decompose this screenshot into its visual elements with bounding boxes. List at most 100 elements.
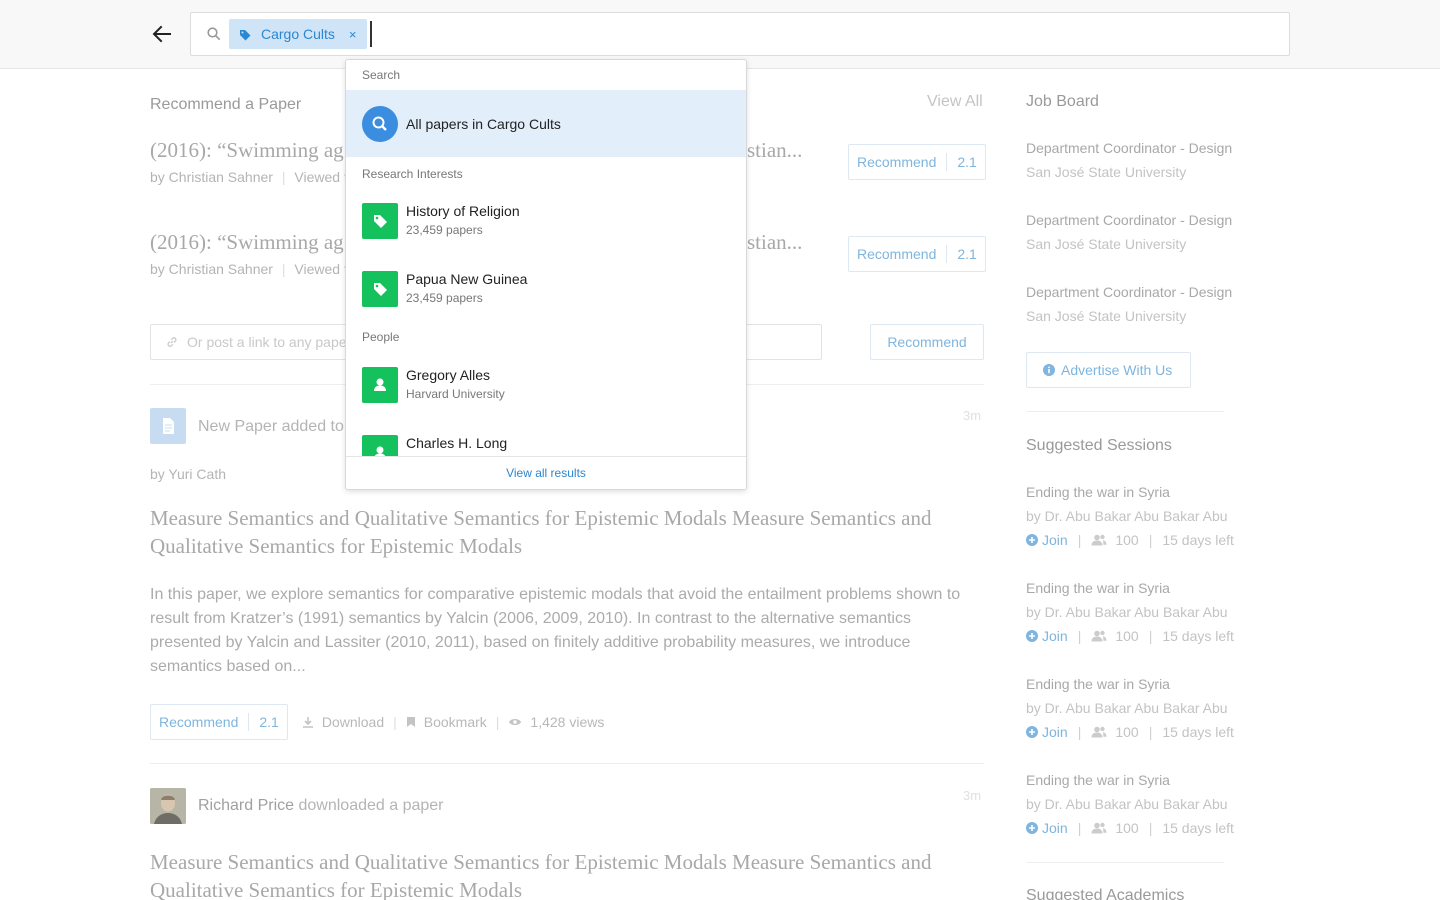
dropdown-section-interests: Research Interests <box>362 167 463 181</box>
plus-circle-icon <box>1026 534 1038 546</box>
interest-count: 23,459 papers <box>406 291 483 305</box>
suggested-academics-title: Suggested Academics <box>1026 887 1185 900</box>
job-board-title: Job Board <box>1026 93 1099 110</box>
recommend-label: Recommend <box>857 246 937 262</box>
session-host: by Dr. Abu Bakar Abu Bakar Abu <box>1026 796 1228 812</box>
job-org: San José State University <box>1026 308 1187 324</box>
recommend-label: Recommend <box>159 714 239 730</box>
feed-action-text: downloaded a paper <box>298 797 444 814</box>
feed-timestamp: 3m <box>963 788 982 803</box>
session-title[interactable]: Ending the war in Syria <box>1026 580 1170 596</box>
tag-icon <box>362 271 398 307</box>
chip-label: Cargo Cults <box>261 26 335 42</box>
all-papers-prefix: All papers in <box>406 116 487 132</box>
feed-activity: Richard Price downloaded a paper <box>198 797 444 815</box>
person-name[interactable]: Charles H. Long <box>406 435 507 451</box>
link-icon <box>166 335 178 347</box>
advertise-label: Advertise With Us <box>1061 362 1173 378</box>
session-attendees: 100 <box>1115 628 1139 644</box>
tag-icon <box>362 203 398 239</box>
post-recommend-button[interactable]: Recommend <box>870 324 984 360</box>
session-title[interactable]: Ending the war in Syria <box>1026 676 1170 692</box>
feed-author[interactable]: by Yuri Cath <box>150 466 226 482</box>
recommend-button[interactable]: Recommend 2.1 <box>848 236 986 272</box>
view-all-link[interactable]: View All <box>927 93 983 111</box>
all-papers-label[interactable]: All papers in Cargo Cults <box>406 116 561 132</box>
divider <box>1026 862 1224 863</box>
feed-user-name[interactable]: Richard Price <box>198 797 294 814</box>
divider <box>150 763 984 764</box>
job-org: San José State University <box>1026 236 1187 252</box>
dropdown-section-search: Search <box>362 68 401 82</box>
feed-paper-title[interactable]: Measure Semantics and Qualitative Semant… <box>150 848 980 900</box>
recommended-paper-title[interactable]: (2016): “Swimming ag <box>150 230 344 255</box>
recommend-button[interactable]: Recommend 2.1 <box>150 704 288 740</box>
users-icon <box>1091 630 1107 642</box>
job-title[interactable]: Department Coordinator - Design <box>1026 212 1232 228</box>
join-button[interactable]: Join <box>1026 532 1068 548</box>
session-time-left: 15 days left <box>1162 628 1234 644</box>
author-name[interactable]: by Christian Sahner <box>150 169 273 185</box>
bookmark-label: Bookmark <box>423 714 487 730</box>
feed-timestamp: 3m <box>963 408 982 423</box>
recommend-count: 2.1 <box>957 154 977 170</box>
search-tag-chip[interactable]: Cargo Cults × <box>229 19 367 49</box>
feed-paper-title[interactable]: Measure Semantics and Qualitative Semant… <box>150 504 950 560</box>
join-button[interactable]: Join <box>1026 820 1068 836</box>
session-attendees: 100 <box>1115 724 1139 740</box>
person-affiliation: Harvard University <box>406 387 505 401</box>
divider <box>1026 411 1224 412</box>
views-count: 1,428 views <box>508 714 604 730</box>
download-link[interactable]: Download <box>302 714 384 730</box>
author-name[interactable]: by Christian Sahner <box>150 261 273 277</box>
join-button[interactable]: Join <box>1026 724 1068 740</box>
interest-name[interactable]: Papua New Guinea <box>406 271 527 287</box>
view-all-results-link[interactable]: View all results <box>346 456 746 489</box>
eye-icon <box>509 719 522 725</box>
bookmark-icon <box>406 717 415 727</box>
users-icon <box>1091 726 1107 738</box>
session-meta: Join | 100 | 15 days left <box>1026 532 1234 548</box>
views-label: 1,428 views <box>530 714 605 730</box>
session-host: by Dr. Abu Bakar Abu Bakar Abu <box>1026 508 1228 524</box>
post-recommend-label: Recommend <box>887 334 967 350</box>
feed-paper-abstract: In this paper, we explore semantics for … <box>150 586 961 675</box>
all-papers-topic: Cargo Cults <box>486 116 561 132</box>
recommend-count: 2.1 <box>259 714 279 730</box>
back-arrow-icon[interactable] <box>150 22 174 46</box>
search-circle-icon <box>362 106 398 142</box>
feed-headline: New Paper added to <box>198 418 344 435</box>
recommend-count: 2.1 <box>957 246 977 262</box>
session-title[interactable]: Ending the war in Syria <box>1026 484 1170 500</box>
dropdown-section-people: People <box>362 330 400 344</box>
avatar[interactable] <box>150 788 186 824</box>
chip-close-icon[interactable]: × <box>349 27 357 42</box>
join-button[interactable]: Join <box>1026 628 1068 644</box>
search-suggestions-dropdown: Search All papers in Cargo Cults Researc… <box>345 59 747 490</box>
session-attendees: 100 <box>1115 820 1139 836</box>
suggested-sessions-title: Suggested Sessions <box>1026 437 1172 454</box>
recommend-label: Recommend <box>857 154 937 170</box>
info-icon <box>1043 364 1055 376</box>
users-icon <box>1091 822 1107 834</box>
text-cursor <box>370 21 372 47</box>
job-title[interactable]: Department Coordinator - Design <box>1026 284 1232 300</box>
session-title[interactable]: Ending the war in Syria <box>1026 772 1170 788</box>
search-icon <box>207 27 221 41</box>
session-meta: Join | 100 | 15 days left <box>1026 820 1234 836</box>
recommended-paper-title-tail: stian... <box>747 230 803 254</box>
users-icon <box>1091 534 1107 546</box>
recommend-button[interactable]: Recommend 2.1 <box>848 144 986 180</box>
job-title[interactable]: Department Coordinator - Design <box>1026 140 1232 156</box>
person-name[interactable]: Gregory Alles <box>406 367 490 383</box>
person-icon <box>362 367 398 403</box>
job-org: San José State University <box>1026 164 1187 180</box>
bookmark-link[interactable]: Bookmark <box>406 714 487 730</box>
search-input[interactable]: Cargo Cults × <box>190 12 1290 56</box>
viewed-text: Viewed t <box>294 261 348 277</box>
recommended-paper-byline: by Christian Sahner | Viewed t <box>150 169 348 185</box>
recommended-paper-title-tail: stian... <box>747 138 803 162</box>
recommended-paper-title[interactable]: (2016): “Swimming ag <box>150 138 344 163</box>
interest-name[interactable]: History of Religion <box>406 203 520 219</box>
advertise-button[interactable]: Advertise With Us <box>1026 352 1191 388</box>
